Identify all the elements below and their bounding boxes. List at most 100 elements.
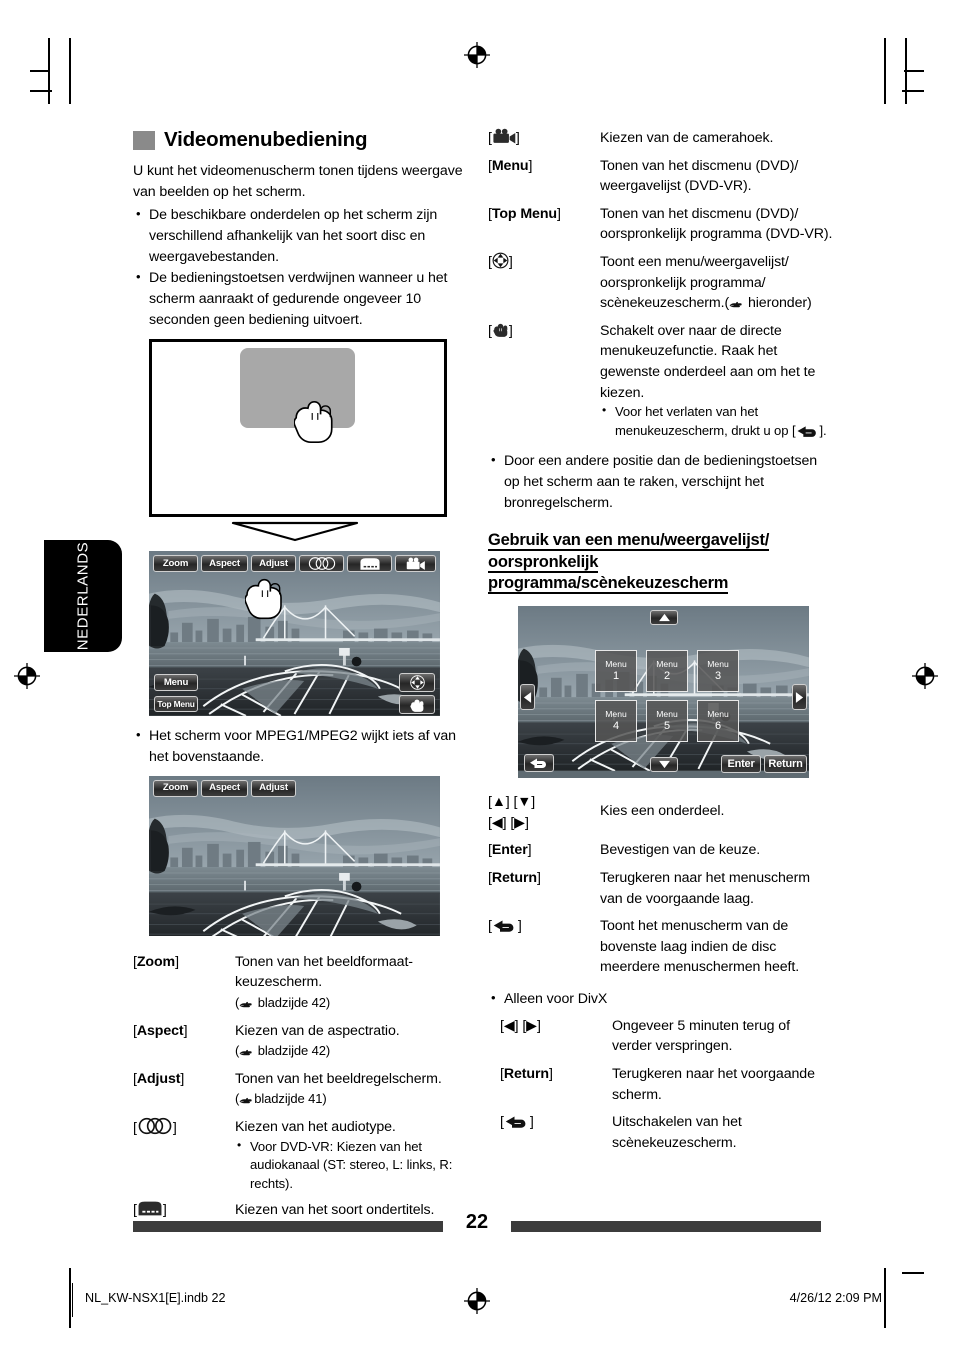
subtitle-icon (359, 557, 381, 571)
sub-heading-line2: oorspronkelijk programma/scènekeuzescher… (488, 552, 729, 595)
definition-key: [Zoom] (133, 953, 179, 970)
list-item: De bedieningstoetsen verdwijnen wanneer … (133, 267, 478, 331)
back-return-icon (492, 918, 518, 933)
subtitle-button[interactable] (347, 555, 392, 572)
registration-mark-top (464, 42, 490, 68)
divx-note-list: Alleen voor DivX (488, 988, 833, 1010)
top-menu-button-label: Top Menu (157, 698, 195, 709)
zoom-button[interactable]: Zoom (153, 779, 198, 797)
definition-key: [] (488, 322, 513, 339)
menu-button[interactable]: Menu (154, 674, 198, 691)
definition-desc: Bevestigen van de keuze. (600, 842, 761, 859)
definition-desc: Kiezen van de camerahoek. (600, 130, 774, 146)
intro-bullet-list: De beschikbare onderdelen op het scherm … (133, 204, 478, 331)
return-button[interactable]: Return (764, 755, 807, 774)
right-definition-list-divx: [◀] [▶] Ongeveer 5 minuten terug of verd… (500, 1016, 833, 1161)
menu-item-label: Menu (656, 658, 678, 669)
menu-item-number: 3 (714, 669, 722, 682)
adjust-button[interactable]: Adjust (251, 555, 296, 572)
definition-key: [Return] (488, 869, 541, 886)
menu-item-button[interactable]: Menu 1 (595, 650, 637, 693)
video-menu-screenshot: Zoom Aspect Adjust Menu Top Menu (149, 551, 440, 716)
definition-key-label: Top Menu (491, 205, 557, 222)
hand-touch-icon (410, 699, 424, 712)
screenshot-photo (149, 551, 440, 716)
arrow-right-icon (795, 691, 804, 703)
aspect-button[interactable]: Aspect (201, 555, 248, 572)
enter-button-label: Enter (727, 757, 755, 770)
arrow-right-button[interactable] (792, 684, 807, 711)
menu-item-button[interactable]: Menu 2 (646, 650, 688, 693)
list-item: De beschikbare onderdelen op het scherm … (133, 204, 478, 268)
adjust-button[interactable]: Adjust (251, 779, 296, 797)
definition-desc: Uitschakelen van het scènekeuzescherm. (612, 1114, 742, 1151)
menu-item-button[interactable]: Menu 5 (646, 700, 688, 743)
touch-screen-figure (149, 339, 447, 517)
table-row: [▲] [▼] [◀] [▶] Kies een onderdeel. (488, 792, 833, 840)
sub-heading-line1: Gebruik van een menu/weergavelijst/ (488, 530, 770, 551)
right-definition-list-bottom: [▲] [▼] [◀] [▶] Kies een onderdeel. [Ent… (488, 792, 833, 985)
enter-button[interactable]: Enter (721, 755, 761, 774)
menu-item-button[interactable]: Menu 3 (697, 650, 739, 693)
definition-desc: Kiezen van de aspectratio. ( bladzijde 4… (235, 1022, 400, 1059)
left-column: Videomenubediening U kunt het videomenus… (133, 128, 478, 1228)
menu-button-label: Menu (163, 676, 189, 688)
zoom-button-label: Zoom (162, 557, 189, 569)
definition-key-label: Menu (491, 157, 529, 174)
arrow-up-button[interactable] (650, 610, 678, 626)
camera-angle-button[interactable] (395, 555, 436, 572)
adjust-button-label: Adjust (259, 557, 288, 569)
dpad-icon (492, 252, 509, 269)
arrow-left-button[interactable] (520, 684, 535, 711)
aspect-button-label: Aspect (209, 782, 240, 794)
table-row: [] Kiezen van de camerahoek. (488, 128, 833, 156)
list-item: Door een andere positie dan de bediening… (488, 450, 833, 514)
definition-key: [Adjust] (133, 1070, 185, 1087)
zoom-button[interactable]: Zoom (153, 555, 198, 572)
definition-key: [] (488, 252, 513, 270)
menu-item-label: Menu (605, 708, 627, 719)
menu-item-button[interactable]: Menu 4 (595, 700, 637, 743)
definition-key: [Menu] (488, 157, 533, 174)
page-ref-hand-icon (239, 1097, 254, 1106)
menu-item-number: 2 (663, 669, 671, 682)
back-return-button[interactable] (524, 754, 554, 773)
menu-item-number: 5 (663, 719, 671, 732)
menu-item-label: Menu (656, 708, 678, 719)
audio-type-button[interactable] (299, 555, 344, 572)
language-tab-label: NEDERLANDS (74, 541, 92, 651)
print-rule-right (884, 1283, 885, 1317)
definition-key: [] (133, 1117, 235, 1200)
registration-mark-left (14, 663, 40, 689)
definition-desc: Toont het menuscherm van de bovenste laa… (600, 918, 800, 976)
language-tab: NEDERLANDS (44, 540, 122, 652)
definition-key: [◀] [▶] (500, 1017, 541, 1034)
dpad-button[interactable] (399, 673, 435, 692)
table-row: [] Schakelt over naar de directe menukeu… (488, 321, 833, 448)
crop-mark-tl-v2 (69, 38, 71, 104)
table-row: [Zoom] Tonen van het beeldformaat-keuzes… (133, 952, 478, 1021)
table-row: [Top Menu] Tonen van het discmenu (DVD)/… (488, 204, 833, 252)
section-heading: Videomenubediening (133, 128, 478, 152)
crop-mark-tr-h (904, 70, 924, 72)
menu-item-label: Menu (707, 708, 729, 719)
definition-key: [] (500, 1114, 534, 1131)
arrow-down-button[interactable] (650, 757, 678, 773)
table-row: [◀] [▶] Ongeveer 5 minuten terug of verd… (500, 1016, 833, 1064)
hand-pointer-icon (294, 399, 336, 450)
footer-rule: 22 (133, 1211, 821, 1233)
table-row: [] Toont een menu/weergavelijst/oorspron… (488, 252, 833, 321)
menu-item-button[interactable]: Menu 6 (697, 700, 739, 743)
adjust-button-label: Adjust (259, 782, 288, 794)
aspect-button[interactable]: Aspect (201, 779, 248, 797)
list-item: Voor DVD-VR: Kiezen van het audiokanaal … (235, 1137, 478, 1194)
definition-key: [] (488, 918, 522, 935)
manual-page: NEDERLANDS Videomenubediening U kunt het… (0, 0, 954, 1354)
direct-touch-button[interactable] (399, 695, 435, 714)
definition-key-label: [▲] [▼] (488, 794, 536, 811)
print-info: NL_KW-NSX1[E].indb 22 4/26/12 2:09 PM (0, 1283, 954, 1321)
menu-screenshot: Menu 1 Menu 2 Menu 3 Menu 4 Menu 5 Menu … (518, 606, 809, 779)
top-menu-button[interactable]: Top Menu (154, 696, 198, 712)
definition-desc: Terugkeren naar het voorgaande scherm. (612, 1066, 815, 1103)
definition-desc: Tonen van het beeldregelscherm. (bladzij… (235, 1070, 442, 1107)
